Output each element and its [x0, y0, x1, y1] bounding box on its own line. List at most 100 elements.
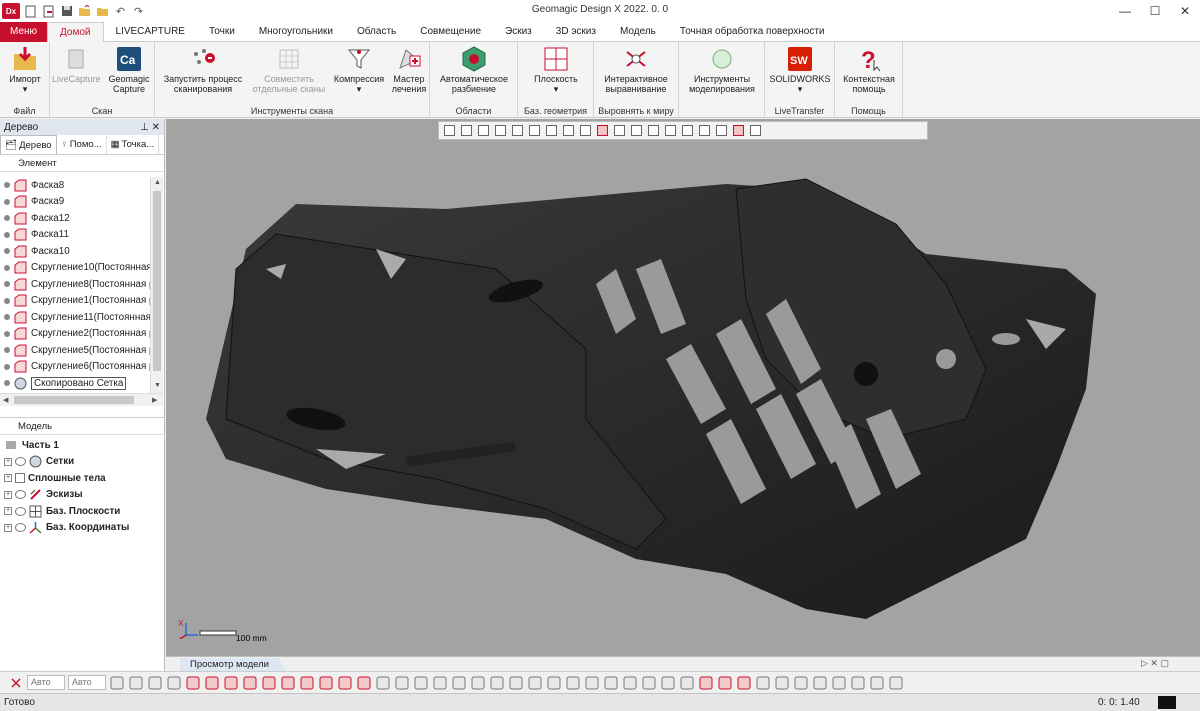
bottom-tool-icon[interactable] [527, 675, 543, 691]
model-meshes[interactable]: + Сетки [0, 454, 165, 471]
model-part[interactable]: Часть 1 [0, 437, 165, 454]
bottom-tool-icon[interactable] [432, 675, 448, 691]
scroll-left-icon[interactable]: ◀ [3, 396, 8, 404]
tab-home[interactable]: Домой [47, 22, 104, 42]
render-icon[interactable] [697, 123, 712, 138]
scroll-down-icon[interactable]: ▼ [154, 382, 161, 389]
tree-item[interactable]: Фаска10 [0, 243, 150, 260]
tab-points[interactable]: ▦ Точка... [107, 135, 160, 154]
import-button[interactable]: Импорт ▾ [4, 46, 46, 94]
bottom-tool-icon[interactable] [261, 675, 277, 691]
bottom-tool-icon[interactable] [489, 675, 505, 691]
bottom-tool-icon[interactable] [128, 675, 144, 691]
plane-button[interactable]: Плоскость ▾ [526, 46, 586, 94]
tab-points[interactable]: Точки [197, 22, 247, 42]
bottom-tool-icon[interactable] [356, 675, 372, 691]
bottom-tool-icon[interactable] [660, 675, 676, 691]
tree-item[interactable]: Скругление1(Постоянная р [0, 293, 150, 310]
bottom-tool-icon[interactable] [812, 675, 828, 691]
circle-select-icon[interactable] [595, 123, 610, 138]
visibility-icon[interactable] [15, 523, 26, 533]
bottom-tool-icon[interactable] [546, 675, 562, 691]
scroll-thumb[interactable] [153, 191, 161, 371]
bottom-tool-icon[interactable] [869, 675, 885, 691]
bottom-tool-icon[interactable] [755, 675, 771, 691]
settings-icon[interactable] [748, 123, 763, 138]
start-scan-button[interactable]: Запустить процесс сканирования [159, 46, 247, 94]
auto-segment-button[interactable]: Автоматическое разбиение [434, 46, 514, 94]
model-ref-coords[interactable]: + Баз. Координаты [0, 520, 165, 537]
tab-menu[interactable]: Меню [0, 22, 48, 42]
eye-icon[interactable] [731, 123, 746, 138]
coordinate-icon[interactable] [8, 675, 24, 691]
tab-alignment[interactable]: Совмещение [408, 22, 493, 42]
tab-sketch[interactable]: Эскиз [493, 22, 544, 42]
bottom-tool-icon[interactable] [888, 675, 904, 691]
tab-polygons[interactable]: Многоугольники [247, 22, 345, 42]
bottom-tool-icon[interactable] [831, 675, 847, 691]
scroll-up-icon[interactable]: ▲ [154, 179, 161, 186]
model-solids[interactable]: + Сплошные тела [0, 470, 165, 487]
tree-item[interactable]: Фаска9 [0, 194, 150, 211]
tab-3d-sketch[interactable]: 3D эскиз [544, 22, 608, 42]
bottom-tool-icon[interactable] [147, 675, 163, 691]
tree-item[interactable]: Скругление8(Постоянная р [0, 276, 150, 293]
bottom-tool-icon[interactable] [337, 675, 353, 691]
context-help-button[interactable]: ? Контекстная помощь [839, 46, 899, 94]
front-view-icon[interactable] [527, 123, 542, 138]
bottom-tool-icon[interactable] [394, 675, 410, 691]
tab-region[interactable]: Область [345, 22, 408, 42]
minimize-button[interactable]: — [1110, 2, 1140, 20]
filter-combo[interactable]: Авто [68, 675, 106, 690]
tab-helper[interactable]: ♀ Помо... [57, 135, 107, 154]
tree-item[interactable]: Фаска11 [0, 227, 150, 244]
display-mode-icon[interactable] [476, 123, 491, 138]
visibility-icon[interactable] [15, 490, 26, 500]
tab-exact-surfacing[interactable]: Точная обработка поверхности [668, 22, 837, 42]
tree-item[interactable]: Фаска8 [0, 177, 150, 194]
bottom-tool-icon[interactable] [717, 675, 733, 691]
bottom-tool-icon[interactable] [223, 675, 239, 691]
tree-item[interactable]: Скругление2(Постоянная р [0, 326, 150, 343]
model-ref-planes[interactable]: + Баз. Плоскости [0, 503, 165, 520]
model-viewport[interactable]: X 100 mm [166, 119, 1200, 656]
bottom-tool-icon[interactable] [242, 675, 258, 691]
bottom-tool-icon[interactable] [622, 675, 638, 691]
folder-icon[interactable] [95, 4, 110, 19]
expand-icon[interactable]: + [4, 474, 12, 483]
measure-icon[interactable] [561, 123, 576, 138]
bottom-tool-icon[interactable] [204, 675, 220, 691]
new-file-icon[interactable] [23, 4, 38, 19]
tab-livecapture[interactable]: LIVECAPTURE [104, 22, 197, 42]
livecapture-button[interactable]: LiveCapture [52, 46, 101, 84]
region-select-icon[interactable] [578, 123, 593, 138]
bottom-tool-icon[interactable] [318, 675, 334, 691]
visibility-icon[interactable] [15, 506, 26, 516]
light-icon[interactable] [714, 123, 729, 138]
visibility-icon[interactable] [15, 457, 26, 467]
console-icon[interactable] [1158, 696, 1176, 709]
bottom-tool-icon[interactable] [413, 675, 429, 691]
tree-vertical-scrollbar[interactable]: ▲ ▼ [150, 177, 163, 393]
tab-tree[interactable]: 🗂 Дерево [0, 135, 57, 154]
bottom-tool-icon[interactable] [850, 675, 866, 691]
expand-icon[interactable]: + [4, 523, 12, 532]
modeling-tools-button[interactable]: Инструменты моделирования [682, 46, 762, 94]
cube-view-icon[interactable] [459, 123, 474, 138]
bottom-tool-icon[interactable] [793, 675, 809, 691]
combine-scans-button[interactable]: Совместить отдельные сканы [249, 46, 329, 94]
bottom-tool-icon[interactable] [774, 675, 790, 691]
panel-pin-close[interactable]: ⊥ ✕ [140, 122, 160, 133]
visibility-checkbox[interactable] [15, 473, 25, 484]
compress-button[interactable]: Компрессия ▾ [331, 46, 387, 94]
expand-icon[interactable]: + [4, 507, 12, 516]
model-sketches[interactable]: + Эскизы [0, 487, 165, 504]
tab-model[interactable]: Модель [608, 22, 668, 42]
plane-view-icon[interactable] [510, 123, 525, 138]
close-button[interactable]: ✕ [1170, 2, 1200, 20]
expand-icon[interactable]: + [4, 457, 12, 466]
expand-icon[interactable]: + [4, 490, 12, 499]
save-icon[interactable] [59, 4, 74, 19]
brush-icon[interactable] [646, 123, 661, 138]
undo-icon[interactable]: ↶ [113, 4, 128, 19]
